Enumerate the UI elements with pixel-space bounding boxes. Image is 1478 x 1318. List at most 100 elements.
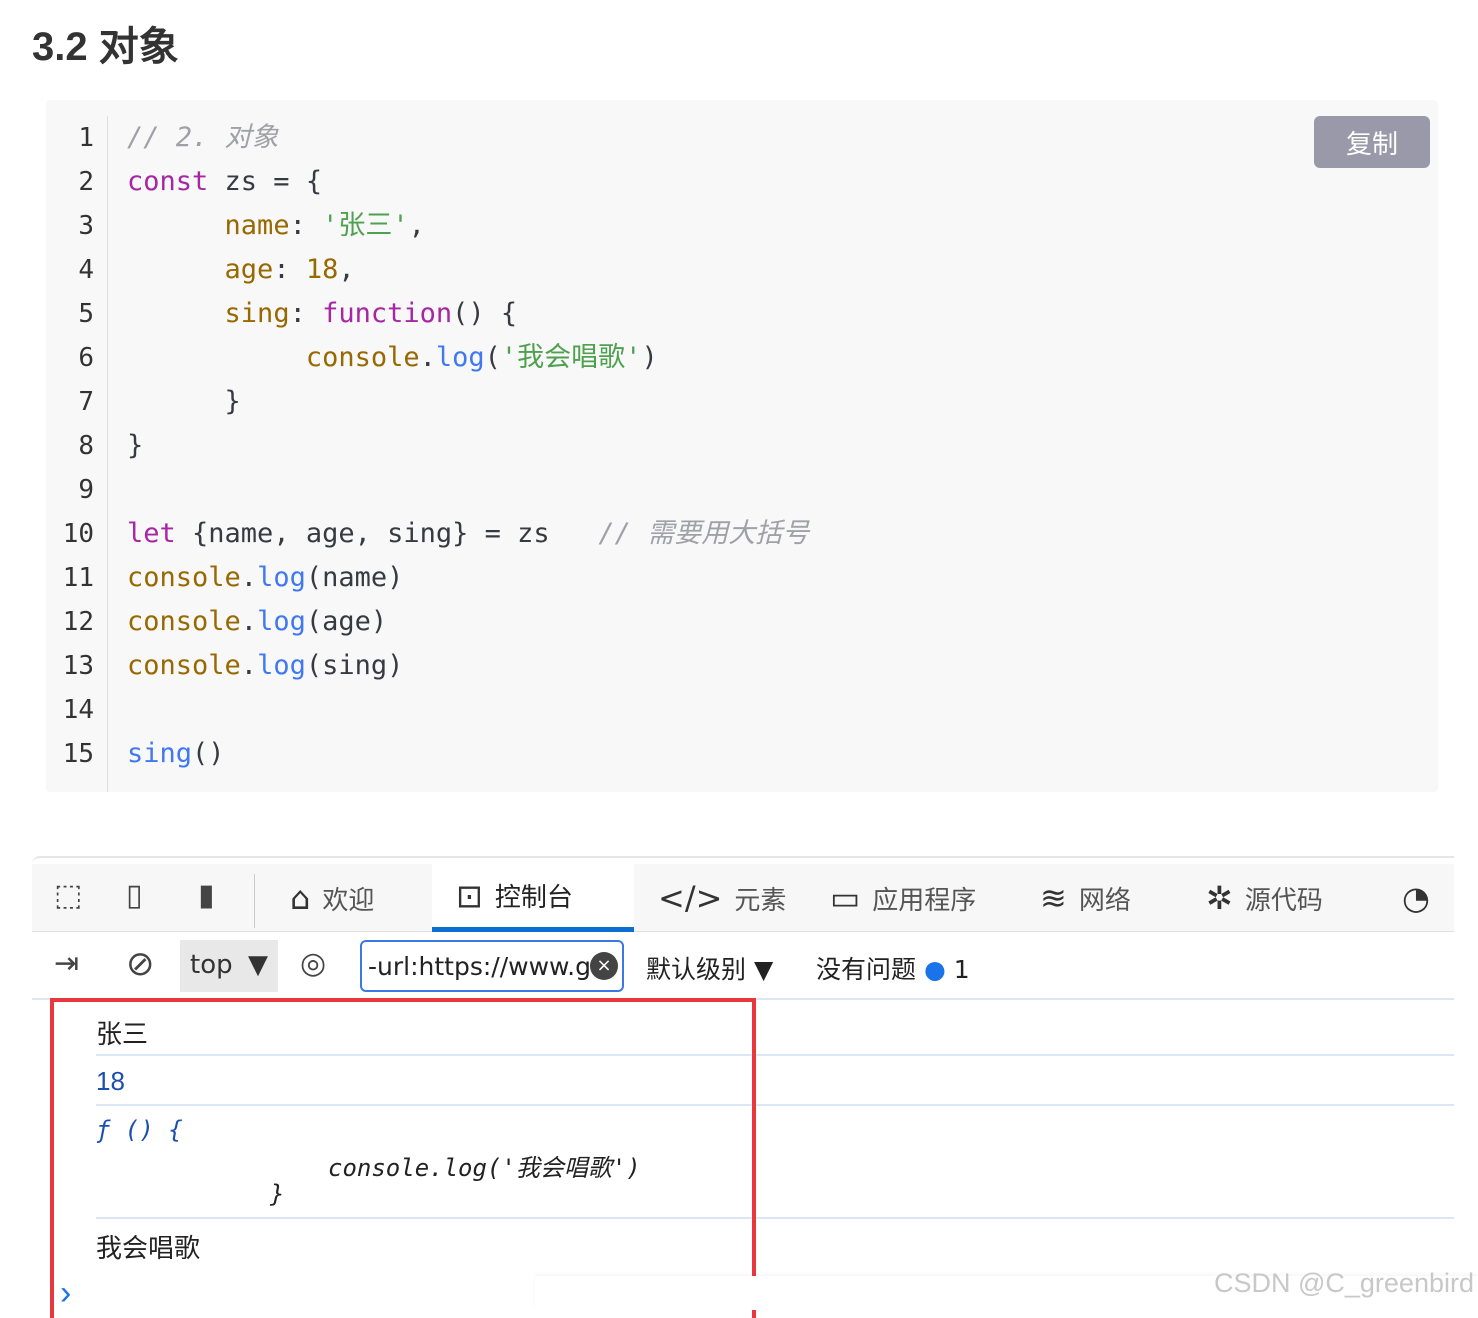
code-token: () — [192, 738, 225, 769]
line-number: 8 — [78, 431, 94, 461]
code-line: sing: function() { — [127, 292, 809, 336]
inspect-icon[interactable]: ⬚ — [54, 878, 82, 913]
code-token: : — [273, 254, 306, 285]
code-line: console.log(sing) — [127, 644, 809, 688]
line-number: 14 — [62, 695, 94, 725]
code-token: , — [338, 254, 355, 285]
code-token: , — [408, 210, 425, 241]
code-token: ) — [641, 342, 658, 373]
tab-console[interactable]: ⊡ 控制台 — [432, 864, 634, 932]
filter-value: -url:https://www.gc — [368, 952, 605, 981]
code-token: log — [435, 342, 485, 373]
line-number: 15 — [62, 739, 94, 769]
code-block: 1 2 3 4 5 6 7 8 9 10 11 12 13 14 15 // 2. 对象 const zs =… — [46, 100, 1438, 792]
code-line: console.log('我会唱歌') — [127, 336, 809, 380]
code-token: // 需要用大括号 — [598, 518, 810, 549]
log-level-select[interactable]: 默认级别 ▼ — [646, 950, 773, 986]
code-line: } — [127, 380, 809, 424]
line-number: 7 — [78, 387, 94, 417]
issues-label: 没有问题 — [816, 955, 917, 984]
code-token: '张三' — [322, 210, 409, 241]
tab-elements[interactable]: </> 元素 — [658, 864, 786, 932]
code-token: : — [289, 210, 323, 241]
wifi-icon: ≋ — [1040, 879, 1067, 917]
tab-network[interactable]: ≋ 网络 — [1040, 864, 1131, 932]
code-token: zs = { — [208, 166, 323, 197]
code-token: // 2. 对象 — [127, 122, 279, 153]
highlight-box — [50, 998, 756, 1318]
code-line: sing() — [127, 732, 809, 776]
code-token: (name) — [305, 562, 404, 593]
code-token: . — [419, 342, 436, 373]
code-token: log — [257, 650, 306, 681]
code-line: name: '张三', — [127, 204, 809, 248]
code-token: name — [224, 210, 290, 241]
code-line: } — [127, 424, 809, 468]
code-line: const zs = { — [127, 160, 809, 204]
console-icon: ⊡ — [456, 876, 483, 915]
code-token: . — [240, 650, 258, 681]
sidebar-toggle-icon[interactable]: ⇥ — [54, 946, 79, 981]
home-icon: ⌂ — [290, 879, 311, 917]
copy-button[interactable]: 复制 — [1314, 116, 1430, 168]
code-token: age — [224, 254, 274, 285]
tab-application[interactable]: ▭ 应用程序 — [830, 864, 976, 932]
code-token: (age) — [305, 606, 388, 637]
code-token: log — [257, 562, 306, 593]
message-icon: ● — [923, 955, 946, 984]
code-token: {name, age, sing} = zs — [175, 518, 599, 549]
code-token: . — [240, 562, 258, 593]
code-token: log — [257, 606, 306, 637]
dock-icon[interactable]: ▮ — [198, 878, 215, 913]
code-token: console — [305, 342, 420, 373]
code-token: : — [289, 298, 323, 329]
code-token: . — [240, 606, 258, 637]
clear-filter-icon[interactable]: × — [590, 952, 618, 980]
line-number: 2 — [78, 167, 94, 197]
tab-label: 网络 — [1078, 885, 1131, 916]
code-line: // 2. 对象 — [127, 116, 809, 160]
issue-count: 1 — [953, 955, 970, 984]
device-emulation-icon[interactable]: ▯ — [126, 878, 143, 913]
watermark: CSDN @C_greenbird — [1213, 1268, 1474, 1298]
log-level-label: 默认级别 — [646, 955, 747, 984]
code-token: console — [127, 650, 241, 681]
code-token: sing — [127, 738, 193, 769]
line-number: 4 — [78, 255, 94, 285]
dropdown-arrow-icon: ▼ — [248, 950, 268, 980]
line-number: 12 — [62, 607, 94, 637]
line-number: 10 — [62, 519, 94, 549]
live-expression-eye-icon[interactable]: ◎ — [300, 946, 326, 981]
code-token: } — [127, 430, 144, 461]
tab-label: 应用程序 — [872, 885, 977, 916]
line-number: 13 — [62, 651, 94, 681]
divider — [254, 874, 255, 928]
line-number: 11 — [62, 563, 94, 593]
line-number: 1 — [78, 123, 94, 153]
code-line: console.log(name) — [127, 556, 809, 600]
clear-console-icon[interactable]: ⊘ — [126, 944, 155, 984]
context-select[interactable]: top ▼ — [180, 940, 278, 992]
tab-sources[interactable]: ✲ 源代码 — [1206, 864, 1323, 932]
tab-welcome[interactable]: ⌂ 欢迎 — [290, 864, 374, 932]
devtools-tabbar: ⬚ ▯ ▮ ⌂ 欢迎 ⊡ 控制台 </> 元素 ▭ 应用程序 ≋ 网络 ✲ 源代码 ◔ — [32, 864, 1454, 932]
code-line: console.log(age) — [127, 600, 809, 644]
line-numbers: 1 2 3 4 5 6 7 8 9 10 11 12 13 14 15 — [46, 116, 108, 792]
issues-button[interactable]: 没有问题 ● 1 — [816, 950, 970, 986]
context-value: top — [190, 950, 233, 980]
dropdown-arrow-icon: ▼ — [753, 955, 774, 984]
code-token: sing — [224, 298, 290, 329]
code-token: ( — [484, 342, 501, 373]
tab-label: 控制台 — [494, 883, 573, 913]
code-token: '我会唱歌' — [500, 342, 642, 373]
filter-input[interactable]: -url:https://www.gc × — [360, 940, 624, 992]
code-token: } — [127, 386, 241, 417]
tab-performance[interactable]: ◔ — [1402, 864, 1430, 932]
app-icon: ▭ — [830, 879, 861, 917]
code-token: let — [127, 518, 176, 549]
